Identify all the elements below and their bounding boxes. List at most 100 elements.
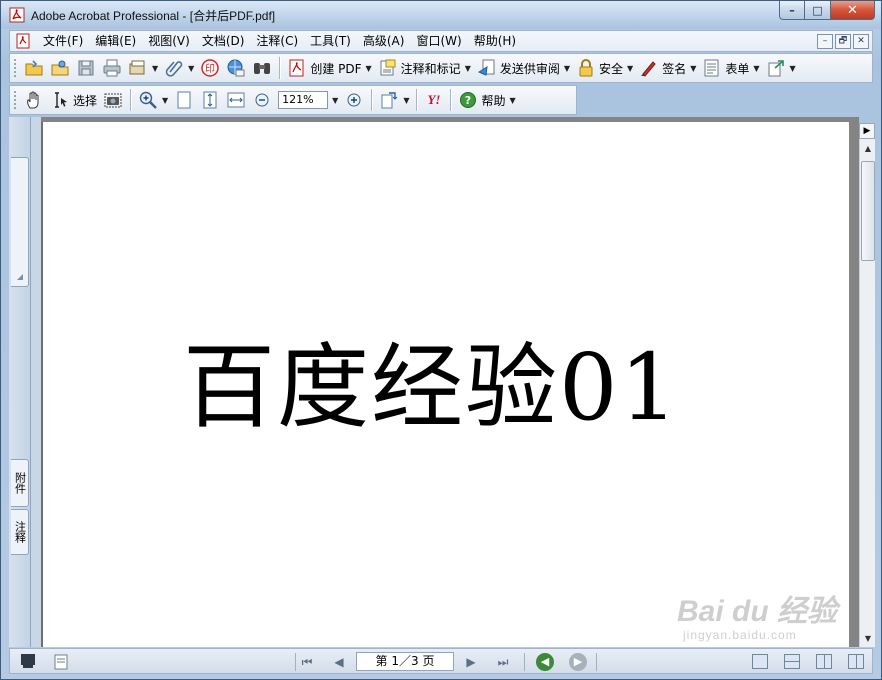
zoom-tool-button[interactable]: ▼ xyxy=(135,88,171,112)
chevron-down-icon: ▼ xyxy=(789,63,796,73)
next-page-icon[interactable]: ▶ xyxy=(462,653,480,671)
menu-document[interactable]: 文档(D) xyxy=(196,31,251,51)
help-button[interactable]: ? 帮助 ▼ xyxy=(455,88,518,112)
watermark-url: jingyan.baidu.com xyxy=(683,628,797,642)
zoom-in-button[interactable] xyxy=(341,88,367,112)
fit-width-button[interactable] xyxy=(223,88,249,112)
page-size-icon[interactable] xyxy=(54,654,68,670)
toolbar-separator xyxy=(371,89,373,111)
page-thumbnail-icon[interactable] xyxy=(20,653,36,669)
status-separator xyxy=(295,653,296,671)
pdf-page[interactable]: 百度经验01 xyxy=(41,122,849,647)
rotate-dropdown-button[interactable]: ▼ xyxy=(376,88,412,112)
single-page-layout-icon[interactable] xyxy=(752,654,768,669)
security-label: 安全 xyxy=(599,61,624,76)
scroll-thumb[interactable] xyxy=(861,161,875,261)
toolbar-grip[interactable] xyxy=(13,90,17,110)
organizer-button[interactable] xyxy=(47,56,73,80)
panel-tab-top[interactable] xyxy=(11,157,29,287)
first-page-icon[interactable]: ⏮ xyxy=(298,653,316,671)
previous-view-icon[interactable]: ◀ xyxy=(536,653,554,671)
next-view-icon[interactable]: ▶ xyxy=(569,653,587,671)
watermark: Bai du 经验 jingyan.baidu.com xyxy=(677,586,837,642)
continuous-facing-layout-icon[interactable] xyxy=(848,654,864,669)
actual-size-button[interactable] xyxy=(171,88,197,112)
hand-tool-button[interactable] xyxy=(21,88,47,112)
continuous-layout-icon[interactable] xyxy=(784,654,800,669)
send-review-icon xyxy=(477,59,495,76)
main-toolbar: ▼ ▼ 印 创建 PDF ▼ 注释和标记 ▼ 发送供审阅 ▼ 安全 ▼ 签名 ▼… xyxy=(9,53,873,83)
select-tool-button[interactable]: 选择 xyxy=(47,88,100,112)
zoom-plus-icon xyxy=(347,93,361,107)
comments-tab[interactable]: 注释 xyxy=(11,509,29,555)
zoom-out-icon xyxy=(255,93,269,107)
document-pane[interactable]: 百度经验01 xyxy=(41,117,859,647)
minimize-button[interactable]: – xyxy=(779,1,805,20)
comment-markup-button[interactable]: 注释和标记 ▼ xyxy=(375,56,474,80)
acrobat-window: Adobe Acrobat Professional - [合并后PDF.pdf… xyxy=(0,0,882,680)
chevron-down-icon: ▼ xyxy=(403,95,410,105)
fit-page-button[interactable] xyxy=(197,88,223,112)
panel-splitter[interactable] xyxy=(31,117,41,647)
tasks-dropdown-button[interactable]: ▼ xyxy=(763,56,799,80)
doc-minimize-button[interactable]: – xyxy=(817,33,833,49)
menu-file[interactable]: 文件(F) xyxy=(37,31,89,51)
title-bar[interactable]: Adobe Acrobat Professional - [合并后PDF.pdf… xyxy=(1,1,881,29)
scroll-up-icon[interactable]: ▲ xyxy=(860,141,876,157)
vertical-scrollbar[interactable]: ▲ ▼ xyxy=(859,123,875,647)
last-page-icon[interactable]: ⏭ xyxy=(494,653,512,671)
stamp-button[interactable]: 印 xyxy=(197,56,223,80)
svg-text:印: 印 xyxy=(205,63,215,75)
email-dropdown-button[interactable]: ▼ xyxy=(125,56,161,80)
menu-view[interactable]: 视图(V) xyxy=(142,31,196,51)
menu-comments[interactable]: 注释(C) xyxy=(250,31,304,51)
export-icon xyxy=(768,60,784,77)
doc-close-button[interactable]: ✕ xyxy=(853,33,869,49)
menu-edit[interactable]: 编辑(E) xyxy=(89,31,142,51)
forms-button[interactable]: 表单 ▼ xyxy=(699,56,762,80)
form-icon xyxy=(704,59,719,77)
organizer-icon xyxy=(51,60,69,76)
print-button[interactable] xyxy=(99,56,125,80)
sign-button[interactable]: 签名 ▼ xyxy=(636,56,699,80)
yahoo-button[interactable]: Y! xyxy=(421,88,446,112)
chevron-down-icon: ▼ xyxy=(563,63,571,73)
zoom-field[interactable]: 121% ▼ xyxy=(275,88,341,112)
scroll-down-icon[interactable]: ▼ xyxy=(860,631,876,647)
select-tool-label: 选择 xyxy=(73,93,98,108)
chevron-down-icon: ▼ xyxy=(162,95,169,105)
zoom-input[interactable]: 121% xyxy=(278,91,329,109)
search-button[interactable] xyxy=(249,56,275,80)
snapshot-button[interactable] xyxy=(100,88,126,112)
rotate-page-icon xyxy=(381,92,398,109)
document-icon[interactable] xyxy=(15,33,31,49)
previous-page-icon[interactable]: ◀ xyxy=(330,653,348,671)
menu-help[interactable]: 帮助(H) xyxy=(468,31,522,51)
create-pdf-button[interactable]: 创建 PDF ▼ xyxy=(284,56,374,80)
options-arrow-icon[interactable]: ▶ xyxy=(859,123,875,139)
page-number-field[interactable]: 第 1／3 页 xyxy=(356,652,454,671)
menu-advanced[interactable]: 高级(A) xyxy=(357,31,411,51)
toolbar-grip[interactable] xyxy=(13,58,17,78)
web-capture-button[interactable] xyxy=(223,56,249,80)
doc-restore-button[interactable]: 🗗 xyxy=(835,33,851,49)
maximize-button[interactable]: □ xyxy=(805,1,831,20)
save-button[interactable] xyxy=(73,56,99,80)
attachments-tab[interactable]: 附件 xyxy=(11,459,29,507)
menu-window[interactable]: 窗口(W) xyxy=(410,31,467,51)
hand-icon xyxy=(27,91,39,109)
camera-icon xyxy=(104,93,122,108)
open-button[interactable] xyxy=(21,56,47,80)
close-button[interactable]: ✕ xyxy=(831,1,875,20)
printer-icon xyxy=(103,59,121,77)
facing-layout-icon[interactable] xyxy=(816,654,832,669)
svg-text:?: ? xyxy=(465,94,471,107)
toolbar-separator xyxy=(416,89,418,111)
attach-dropdown-button[interactable]: ▼ xyxy=(161,56,197,80)
security-button[interactable]: 安全 ▼ xyxy=(573,56,636,80)
chevron-down-icon: ▼ xyxy=(152,63,159,73)
send-review-button[interactable]: 发送供审阅 ▼ xyxy=(474,56,573,80)
comments-tab-label: 注释 xyxy=(13,521,27,543)
zoom-out-button[interactable] xyxy=(249,88,275,112)
menu-tools[interactable]: 工具(T) xyxy=(304,31,357,51)
